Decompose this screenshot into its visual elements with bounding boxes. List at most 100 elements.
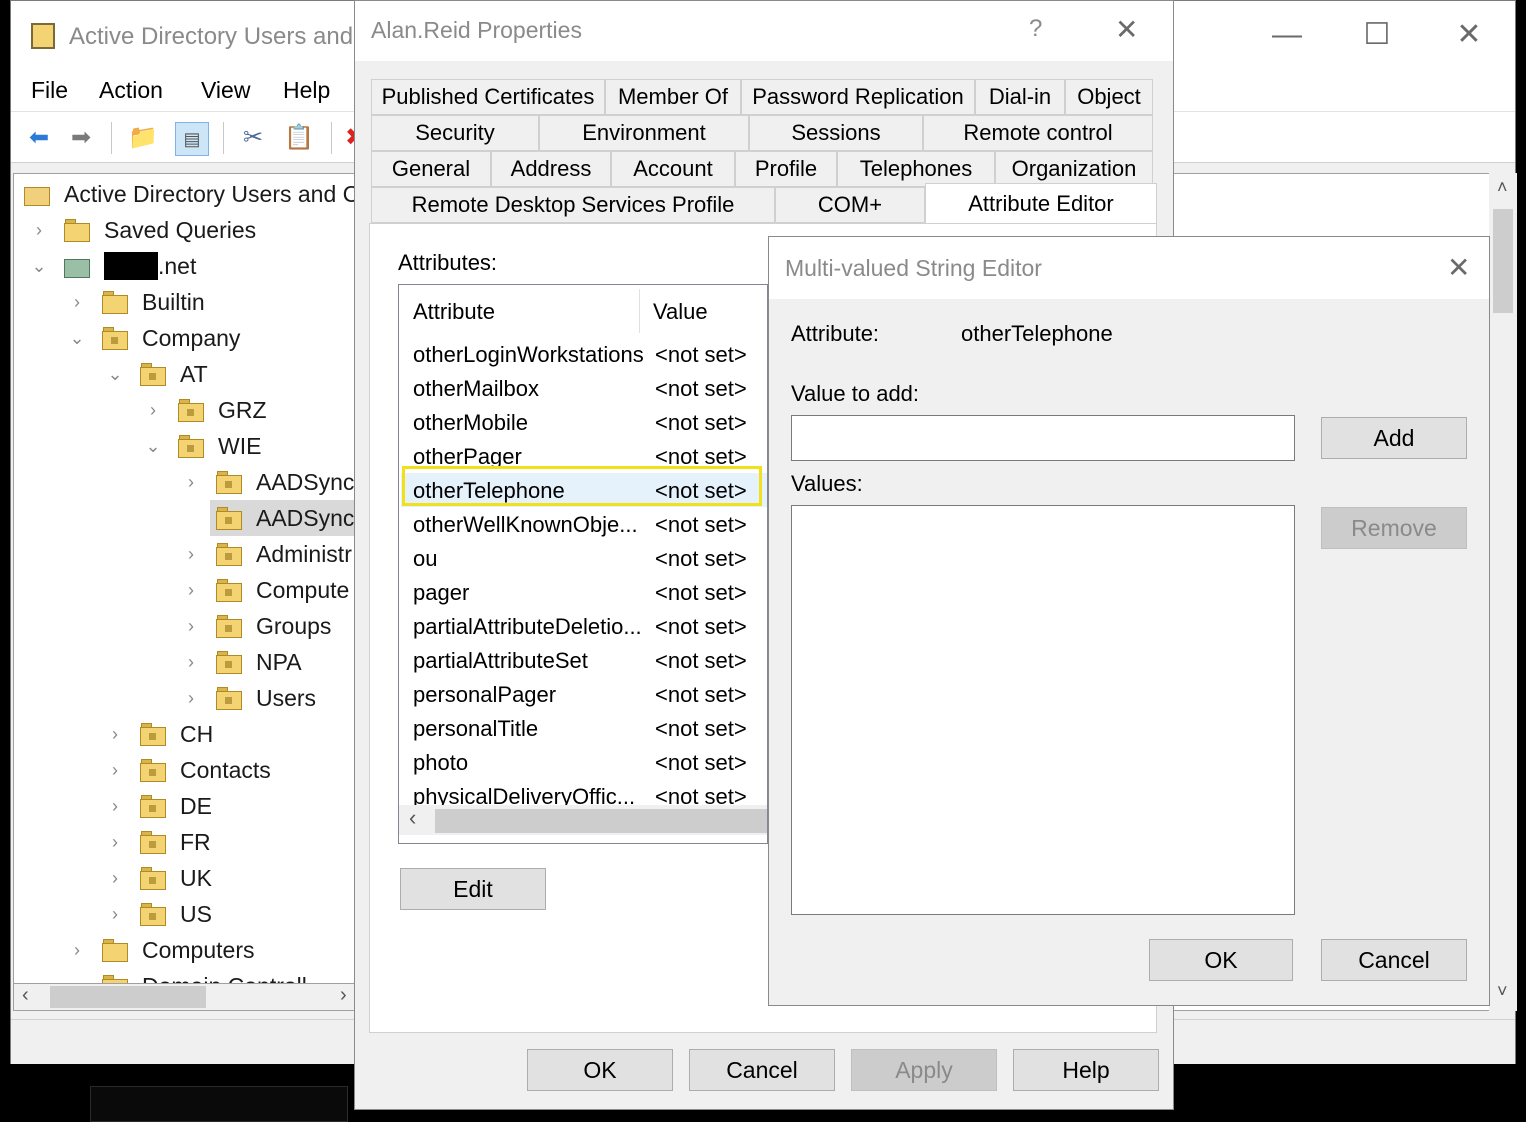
forward-arrow-icon[interactable]: ➡: [65, 122, 97, 154]
cut-icon[interactable]: ✂: [237, 122, 269, 154]
collapse-chevron-icon[interactable]: ⌄: [28, 256, 50, 277]
tree-item-aadsync-2[interactable]: AADSync_: [210, 500, 358, 536]
tree-item-groups[interactable]: › Groups: [180, 608, 331, 644]
collapse-chevron-icon[interactable]: ⌄: [142, 436, 164, 457]
tree-item-fr[interactable]: › FR: [104, 824, 211, 860]
tab-remote-control[interactable]: Remote control: [923, 115, 1153, 151]
tab-attribute-editor[interactable]: Attribute Editor: [925, 183, 1157, 223]
expand-chevron-icon[interactable]: ›: [180, 472, 202, 493]
values-list[interactable]: [791, 505, 1295, 915]
tab-security[interactable]: Security: [371, 115, 539, 151]
tree-item-ch[interactable]: › CH: [104, 716, 213, 752]
ok-button[interactable]: OK: [1149, 939, 1293, 981]
show-hide-tree-icon[interactable]: ▤: [175, 122, 209, 156]
tree-item-contacts[interactable]: › Contacts: [104, 752, 271, 788]
tab-account[interactable]: Account: [611, 151, 735, 187]
tab-environment[interactable]: Environment: [539, 115, 749, 151]
tree-item-saved-queries[interactable]: › Saved Queries: [28, 212, 256, 248]
remove-button[interactable]: Remove: [1321, 507, 1467, 549]
tree-item-company[interactable]: ⌄ Company: [66, 320, 240, 356]
menu-file[interactable]: File: [31, 77, 68, 104]
tree-item-us[interactable]: › US: [104, 896, 212, 932]
expand-chevron-icon[interactable]: ›: [180, 616, 202, 637]
clipboard-icon[interactable]: 📋: [283, 122, 315, 154]
list-item[interactable]: otherMobile <not set>: [401, 405, 767, 439]
tab-remote-desktop-services-profile[interactable]: Remote Desktop Services Profile: [371, 187, 775, 223]
scroll-down-icon[interactable]: ˅: [1497, 981, 1508, 1002]
expand-chevron-icon[interactable]: ›: [66, 292, 88, 313]
tab-password-replication[interactable]: Password Replication: [741, 79, 975, 115]
list-item[interactable]: personalPager <not set>: [401, 677, 767, 711]
back-arrow-icon[interactable]: ⬅: [23, 122, 55, 154]
tree-item-computers[interactable]: › Computers: [66, 932, 254, 968]
tree-item-administr[interactable]: › Administr: [180, 536, 352, 572]
expand-chevron-icon[interactable]: ›: [104, 868, 126, 889]
tree-item-builtin[interactable]: › Builtin: [66, 284, 205, 320]
list-item[interactable]: otherLoginWorkstations <not set>: [401, 337, 767, 371]
list-item[interactable]: partialAttributeSet <not set>: [401, 643, 767, 677]
collapse-chevron-icon[interactable]: ⌄: [66, 328, 88, 349]
expand-chevron-icon[interactable]: ›: [104, 760, 126, 781]
cancel-button[interactable]: Cancel: [689, 1049, 835, 1091]
cancel-button[interactable]: Cancel: [1321, 939, 1467, 981]
list-item[interactable]: otherWellKnownObje... <not set>: [401, 507, 767, 541]
tree-item-users[interactable]: › Users: [180, 680, 316, 716]
tree-item-domain[interactable]: ⌄ .net: [28, 248, 196, 284]
menu-help[interactable]: Help: [283, 77, 330, 104]
help-icon[interactable]: ?: [1029, 15, 1042, 43]
menu-action[interactable]: Action: [99, 77, 163, 104]
scroll-right-icon[interactable]: ›: [340, 984, 347, 1007]
list-item[interactable]: personalTitle <not set>: [401, 711, 767, 745]
tab-com-plus[interactable]: COM+: [775, 187, 925, 223]
tab-telephones[interactable]: Telephones: [837, 151, 995, 187]
expand-chevron-icon[interactable]: ›: [180, 544, 202, 565]
tab-address[interactable]: Address: [491, 151, 611, 187]
tree-item-de[interactable]: › DE: [104, 788, 212, 824]
tree-item-aadsync-1[interactable]: › AADSync_: [180, 464, 358, 500]
expand-chevron-icon[interactable]: ›: [104, 724, 126, 745]
tree-item-grz[interactable]: › GRZ: [142, 392, 267, 428]
scroll-left-icon[interactable]: ‹: [409, 805, 416, 831]
tab-general[interactable]: General: [371, 151, 491, 187]
tree-item-uk[interactable]: › UK: [104, 860, 212, 896]
maximize-button[interactable]: ☐: [1353, 19, 1401, 51]
tab-dial-in[interactable]: Dial-in: [975, 79, 1065, 115]
column-header-value[interactable]: Value: [653, 299, 708, 325]
tab-organization[interactable]: Organization: [995, 151, 1153, 187]
list-item[interactable]: otherMailbox <not set>: [401, 371, 767, 405]
tab-profile[interactable]: Profile: [735, 151, 837, 187]
tab-member-of[interactable]: Member Of: [605, 79, 741, 115]
value-to-add-input[interactable]: [791, 415, 1295, 461]
tree-horizontal-scrollbar[interactable]: ‹ ›: [13, 983, 359, 1011]
scroll-up-icon[interactable]: ˄: [1497, 177, 1508, 198]
tab-sessions[interactable]: Sessions: [749, 115, 923, 151]
add-button[interactable]: Add: [1321, 417, 1467, 459]
list-horizontal-scrollbar[interactable]: ‹: [399, 805, 767, 835]
up-folder-icon[interactable]: 📁: [127, 122, 159, 154]
apply-button[interactable]: Apply: [851, 1049, 997, 1091]
tree-item-wie[interactable]: ⌄ WIE: [142, 428, 261, 464]
expand-chevron-icon[interactable]: ›: [104, 832, 126, 853]
expand-chevron-icon[interactable]: ›: [180, 652, 202, 673]
expand-chevron-icon[interactable]: ›: [180, 688, 202, 709]
expand-chevron-icon[interactable]: ›: [28, 220, 50, 241]
minimize-button[interactable]: —: [1263, 19, 1311, 51]
ok-button[interactable]: OK: [527, 1049, 673, 1091]
scroll-left-icon[interactable]: ‹: [22, 984, 29, 1007]
edit-button[interactable]: Edit: [400, 868, 546, 910]
tree-item-compute[interactable]: › Compute: [180, 572, 349, 608]
scrollbar-thumb[interactable]: [435, 809, 767, 833]
list-item[interactable]: photo <not set>: [401, 745, 767, 779]
details-vertical-scrollbar[interactable]: ˄ ˅: [1489, 173, 1517, 1011]
attribute-list[interactable]: Attribute Value otherLoginWorkstations <n…: [398, 284, 768, 844]
help-button[interactable]: Help: [1013, 1049, 1159, 1091]
expand-chevron-icon[interactable]: ›: [180, 580, 202, 601]
tab-object[interactable]: Object: [1065, 79, 1153, 115]
expand-chevron-icon[interactable]: ›: [142, 400, 164, 421]
close-button[interactable]: ✕: [1445, 19, 1493, 51]
list-item[interactable]: partialAttributeDeletio... <not set>: [401, 609, 767, 643]
expand-chevron-icon[interactable]: ›: [104, 796, 126, 817]
tree-root[interactable]: Active Directory Users and C: [24, 176, 358, 212]
list-item[interactable]: pager <not set>: [401, 575, 767, 609]
scrollbar-thumb[interactable]: [50, 986, 206, 1008]
